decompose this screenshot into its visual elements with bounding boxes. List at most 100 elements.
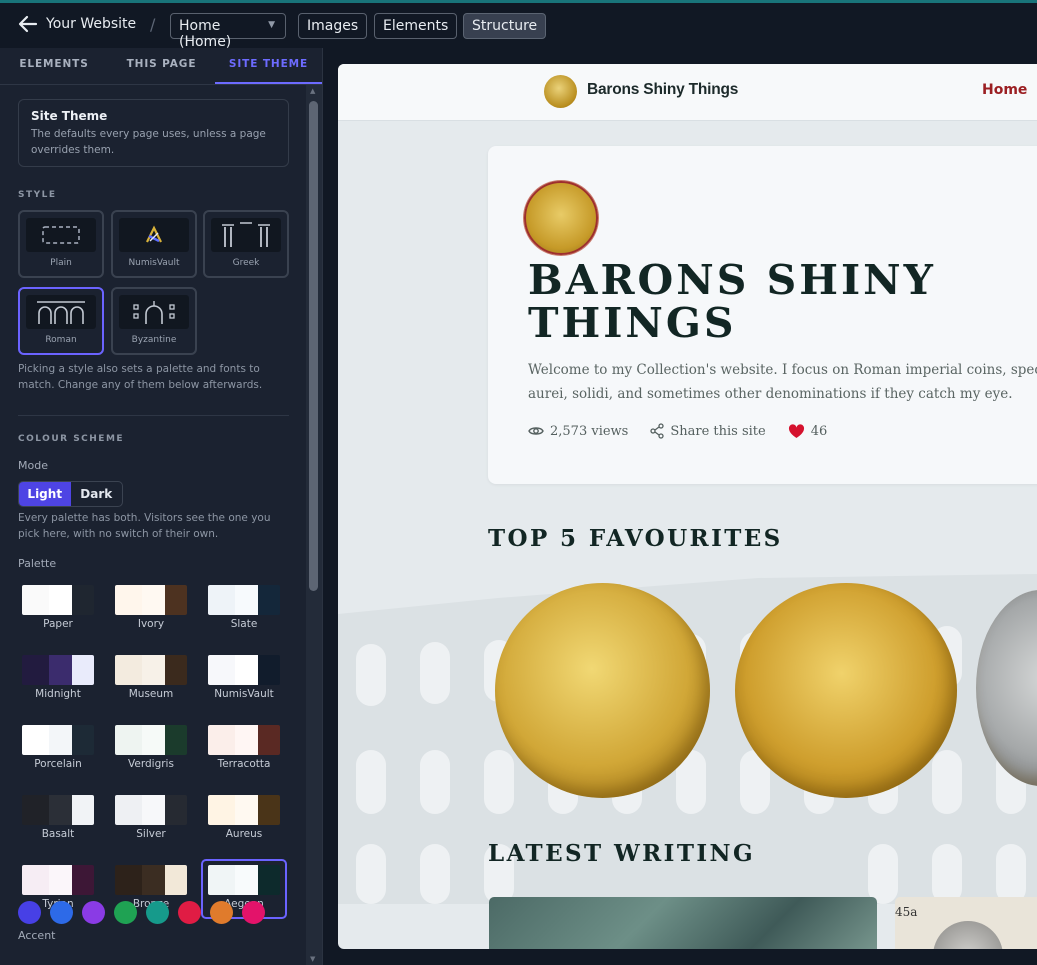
palette-name: Slate xyxy=(230,618,258,630)
colour-scheme-label: COLOUR SCHEME xyxy=(18,434,125,444)
elements-button[interactable]: Elements xyxy=(374,13,458,39)
like-button[interactable]: 46 xyxy=(788,423,827,439)
share-icon xyxy=(650,423,664,439)
mode-toggle: Light Dark xyxy=(18,481,123,507)
palette-option-terracotta[interactable]: Terracotta xyxy=(201,719,287,779)
theme-sidebar: ELEMENTS THIS PAGE SITE THEME Site Theme… xyxy=(0,48,323,965)
palette-name: Aureus xyxy=(225,828,263,840)
nav-home-link[interactable]: Home xyxy=(982,82,1027,98)
palette-option-midnight[interactable]: Midnight xyxy=(15,649,101,709)
article-card-2-caption: 45a xyxy=(895,905,918,919)
breadcrumb-separator: / xyxy=(150,15,156,34)
style-label-greek: Greek xyxy=(232,258,260,268)
palette-option-numisvault[interactable]: NumisVault xyxy=(201,649,287,709)
style-option-plain[interactable]: Plain xyxy=(18,210,104,278)
gold-aureus-coin-1[interactable] xyxy=(495,583,710,798)
palette-option-aureus[interactable]: Aureus xyxy=(201,789,287,849)
favourites-heading: TOP 5 FAVOURITES xyxy=(488,525,783,552)
palette-option-basalt[interactable]: Basalt xyxy=(15,789,101,849)
article-card-2-image[interactable]: 45a xyxy=(895,897,1037,949)
images-button[interactable]: Images xyxy=(298,13,368,39)
scrollbar-thumb[interactable] xyxy=(309,101,318,591)
style-section-label: STYLE xyxy=(18,190,57,200)
gold-aureus-coin-2[interactable] xyxy=(735,583,957,798)
heart-icon xyxy=(788,423,804,438)
scroll-up-icon[interactable]: ▲ xyxy=(310,87,315,95)
style-label-byzantine: Byzantine xyxy=(131,335,177,345)
palette-option-silver[interactable]: Silver xyxy=(108,789,194,849)
palette-name: Terracotta xyxy=(217,758,271,770)
accent-color-swatch[interactable] xyxy=(82,901,105,924)
sidebar-scrollbar[interactable]: ▲ ▼ xyxy=(306,85,322,965)
site-theme-heading: Site Theme xyxy=(31,109,108,123)
share-label: Share this site xyxy=(670,423,766,439)
hero-title: BARONS SHINY THINGS xyxy=(528,256,936,347)
palette-swatch xyxy=(22,725,94,755)
palette-swatch xyxy=(208,725,280,755)
page-selector-value: Home (Home) xyxy=(179,18,232,50)
palette-swatch xyxy=(115,585,187,615)
palette-option-museum[interactable]: Museum xyxy=(108,649,194,709)
tab-elements[interactable]: ELEMENTS xyxy=(0,48,108,82)
roman-arches-icon xyxy=(26,295,96,329)
accent-label: Accent xyxy=(18,929,56,942)
greek-columns-icon xyxy=(211,218,281,252)
style-option-numisvault[interactable]: NumisVault xyxy=(111,210,197,278)
article-card-1-image[interactable] xyxy=(489,897,877,949)
mode-dark-button[interactable]: Dark xyxy=(71,482,123,506)
website-preview: Barons Shiny Things Home BARONS SHINY TH… xyxy=(338,64,1037,949)
coin-logo-icon[interactable] xyxy=(544,75,577,108)
accent-color-swatch[interactable] xyxy=(18,901,41,924)
palette-name: Verdigris xyxy=(128,758,174,770)
share-site-link[interactable]: Share this site xyxy=(650,423,766,439)
emperor-coin-avatar xyxy=(524,181,598,255)
palette-swatch xyxy=(115,795,187,825)
site-theme-info: Site Theme The defaults every page uses,… xyxy=(18,99,289,167)
palette-option-verdigris[interactable]: Verdigris xyxy=(108,719,194,779)
palette-option-paper[interactable]: Paper xyxy=(15,579,101,639)
palette-swatch xyxy=(208,795,280,825)
accent-color-swatch[interactable] xyxy=(114,901,137,924)
structure-button[interactable]: Structure xyxy=(463,13,547,39)
palette-swatch xyxy=(22,585,94,615)
accent-color-swatch[interactable] xyxy=(146,901,169,924)
byzantine-dome-icon xyxy=(119,295,189,329)
palette-swatch xyxy=(208,655,280,685)
arrow-left-icon xyxy=(18,15,38,33)
palette-label: Palette xyxy=(18,557,57,570)
accent-color-swatch[interactable] xyxy=(50,901,73,924)
palette-name: Paper xyxy=(43,618,73,630)
page-selector[interactable]: Home (Home) ▼ xyxy=(170,13,286,50)
accent-color-swatch[interactable] xyxy=(178,901,201,924)
numisvault-style-icon xyxy=(119,218,189,252)
style-option-byzantine[interactable]: Byzantine xyxy=(111,287,197,355)
sidebar-tabs: ELEMENTS THIS PAGE SITE THEME xyxy=(0,48,322,85)
palette-name: Porcelain xyxy=(34,758,82,770)
scroll-down-icon[interactable]: ▼ xyxy=(310,955,315,963)
tab-this-page[interactable]: THIS PAGE xyxy=(108,48,215,82)
palette-option-slate[interactable]: Slate xyxy=(201,579,287,639)
palette-swatch xyxy=(115,655,187,685)
style-help-text: Picking a style also sets a palette and … xyxy=(18,363,263,391)
palette-option-ivory[interactable]: Ivory xyxy=(108,579,194,639)
palette-name: Midnight xyxy=(35,688,81,700)
palette-swatch xyxy=(208,585,280,615)
tab-site-theme[interactable]: SITE THEME xyxy=(215,48,322,84)
style-option-greek[interactable]: Greek xyxy=(203,210,289,278)
palette-name: NumisVault xyxy=(214,688,274,700)
back-to-website-link[interactable]: Your Website xyxy=(18,15,136,33)
palette-option-porcelain[interactable]: Porcelain xyxy=(15,719,101,779)
mode-light-button[interactable]: Light xyxy=(19,482,71,506)
accent-color-swatch[interactable] xyxy=(242,901,265,924)
plain-style-icon xyxy=(26,218,96,252)
style-option-roman[interactable]: Roman xyxy=(18,287,104,355)
chevron-down-icon: ▼ xyxy=(268,20,275,30)
palette-swatch xyxy=(208,865,280,895)
palette-name: Silver xyxy=(136,828,166,840)
style-label-roman: Roman xyxy=(45,335,77,345)
site-navbar: Barons Shiny Things Home xyxy=(338,64,1037,121)
accent-color-swatch[interactable] xyxy=(210,901,233,924)
site-theme-description: The defaults every page uses, unless a p… xyxy=(31,128,266,156)
palette-swatch xyxy=(22,655,94,685)
site-brand-title[interactable]: Barons Shiny Things xyxy=(587,81,738,99)
